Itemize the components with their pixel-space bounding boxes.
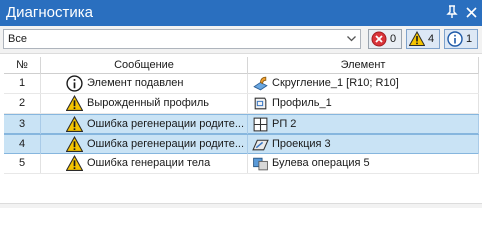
projection-icon bbox=[252, 139, 269, 151]
header-element[interactable]: Элемент bbox=[248, 57, 479, 74]
row-message-cell: Ошибка регенерации родите... bbox=[41, 115, 248, 134]
window-titlebar: Диагностика bbox=[0, 0, 482, 26]
table-row[interactable]: 3 Ошибка регенерации родите... РП 2 bbox=[4, 114, 479, 134]
plane-grid-icon bbox=[253, 117, 268, 132]
row-element: РП 2 bbox=[272, 118, 297, 130]
row-element-cell: РП 2 bbox=[248, 115, 479, 134]
row-element-cell: Проекция 3 bbox=[248, 135, 479, 154]
header-message[interactable]: Сообщение bbox=[41, 57, 248, 74]
info-icon bbox=[447, 31, 463, 47]
profile-icon bbox=[254, 97, 267, 110]
close-icon[interactable] bbox=[463, 4, 479, 20]
warning-icon bbox=[66, 136, 83, 152]
row-element: Скругление_1 [R10; R10] bbox=[272, 77, 399, 89]
warnings-filter-button[interactable]: 4 bbox=[406, 29, 440, 49]
table-row[interactable]: 4 Ошибка регенерации родите... Проекция … bbox=[4, 134, 479, 154]
row-element: Булева операция 5 bbox=[272, 157, 370, 169]
diagnostics-table: № Сообщение Элемент 1 Элемент подавлен С… bbox=[4, 57, 479, 207]
row-element: Профиль_1 bbox=[272, 97, 332, 109]
row-number: 3 bbox=[4, 115, 41, 134]
chevron-down-icon[interactable] bbox=[343, 31, 359, 47]
errors-filter-button[interactable]: 0 bbox=[368, 29, 402, 49]
table-row[interactable]: 1 Элемент подавлен Скругление_1 [R10; R1… bbox=[4, 74, 479, 94]
info-count: 1 bbox=[466, 33, 473, 45]
row-element-cell: Булева операция 5 bbox=[248, 154, 479, 173]
row-element: Проекция 3 bbox=[272, 138, 331, 150]
table-row[interactable]: 5 Ошибка генерации тела Булева операция … bbox=[4, 154, 479, 174]
row-number: 4 bbox=[4, 135, 41, 154]
row-message: Вырожденный профиль bbox=[87, 97, 210, 109]
pin-icon[interactable] bbox=[444, 4, 460, 20]
filter-dropdown-value: Все bbox=[8, 33, 27, 45]
info-icon bbox=[66, 75, 83, 92]
row-message-cell: Элемент подавлен bbox=[41, 74, 248, 93]
table-row[interactable]: 2 Вырожденный профиль Профиль_1 bbox=[4, 94, 479, 114]
info-filter-button[interactable]: 1 bbox=[444, 29, 478, 49]
warning-icon bbox=[66, 155, 83, 171]
fillet-feature-icon bbox=[253, 76, 268, 91]
row-message-cell: Вырожденный профиль bbox=[41, 94, 248, 113]
warning-icon bbox=[66, 116, 83, 132]
row-number: 5 bbox=[4, 154, 41, 173]
table-header: № Сообщение Элемент bbox=[4, 57, 479, 74]
filter-dropdown[interactable]: Все bbox=[3, 29, 361, 49]
row-message: Ошибка регенерации родите... bbox=[87, 118, 245, 130]
warnings-count: 4 bbox=[428, 33, 435, 45]
row-number: 2 bbox=[4, 94, 41, 113]
error-icon bbox=[371, 31, 387, 47]
horizontal-scrollbar[interactable] bbox=[0, 203, 482, 208]
warning-icon bbox=[66, 95, 83, 111]
errors-count: 0 bbox=[390, 33, 397, 45]
row-message: Ошибка регенерации родите... bbox=[87, 138, 245, 150]
row-number: 1 bbox=[4, 74, 41, 93]
row-element-cell: Профиль_1 bbox=[248, 94, 479, 113]
window-title: Диагностика bbox=[6, 4, 93, 21]
diagnostics-toolbar: Все 0 4 1 bbox=[0, 26, 482, 54]
row-message: Ошибка генерации тела bbox=[87, 157, 211, 169]
row-message-cell: Ошибка генерации тела bbox=[41, 154, 248, 173]
header-num[interactable]: № bbox=[4, 57, 41, 74]
row-message: Элемент подавлен bbox=[87, 77, 184, 89]
boolean-operation-icon bbox=[253, 157, 268, 171]
warning-icon bbox=[409, 31, 425, 46]
row-element-cell: Скругление_1 [R10; R10] bbox=[248, 74, 479, 93]
row-message-cell: Ошибка регенерации родите... bbox=[41, 135, 248, 154]
